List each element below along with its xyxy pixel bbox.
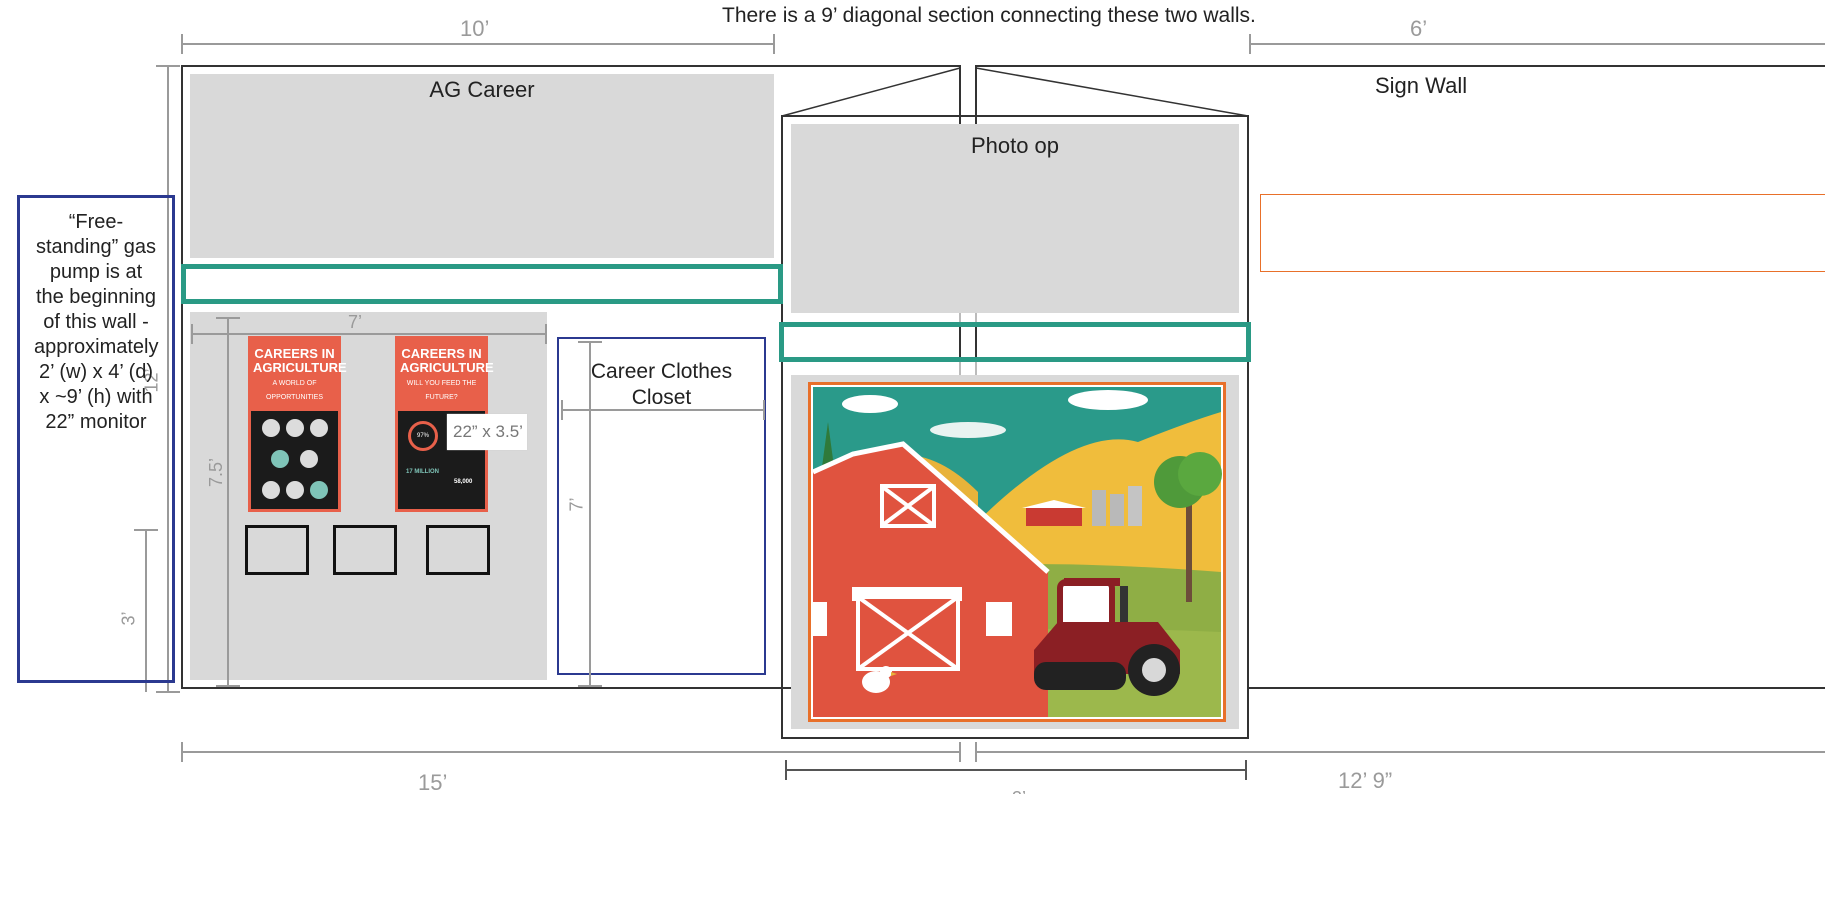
dim-bottom-right: 12’ 9” <box>1338 768 1393 793</box>
dim-bottom-left: 15’ <box>418 770 448 795</box>
farm-scene-illustration <box>808 382 1226 722</box>
sign-wall-label: Sign Wall <box>1375 73 1468 98</box>
dim-bottom-middle: 3’ <box>1012 788 1026 794</box>
sign-wall-sign <box>1260 194 1825 272</box>
